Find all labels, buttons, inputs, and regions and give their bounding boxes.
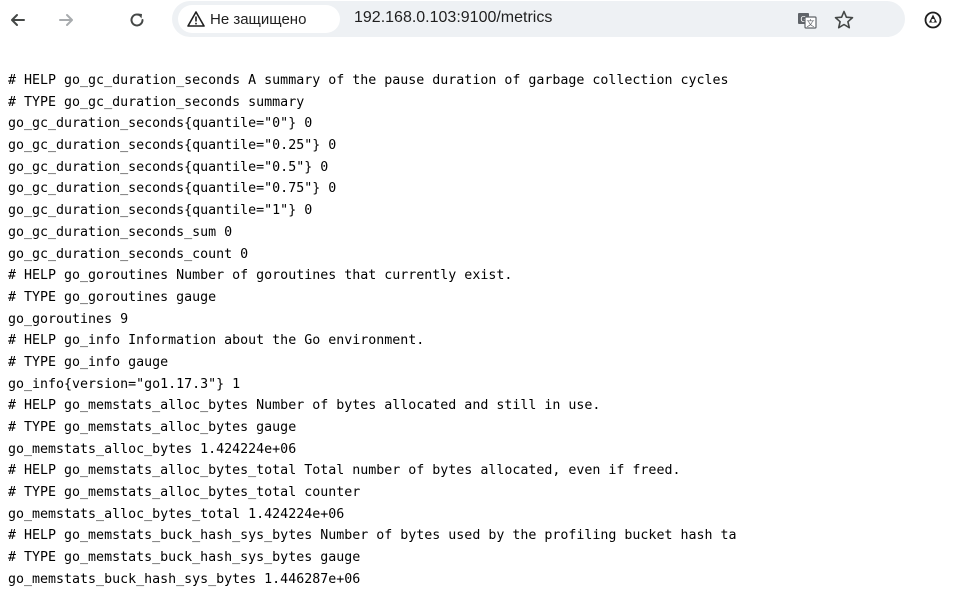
metric-line: go_memstats_alloc_bytes_total 1.424224e+…	[8, 506, 345, 522]
metric-line: # TYPE go_memstats_alloc_bytes gauge	[8, 420, 297, 435]
metrics-text-content: # HELP go_gc_duration_seconds A summary …	[8, 70, 955, 598]
reload-button[interactable]	[124, 7, 150, 33]
forward-arrow-icon	[59, 14, 73, 26]
metric-line: go_gc_duration_seconds_sum 0	[8, 224, 233, 240]
forward-button[interactable]	[53, 7, 79, 33]
warning-triangle-icon	[186, 9, 206, 29]
extension-icon	[924, 11, 942, 29]
metric-line: # HELP go_info Information about the Go …	[8, 333, 425, 349]
reload-icon	[130, 13, 144, 27]
metric-line: # HELP go_goroutines Number of goroutine…	[8, 268, 513, 284]
metric-line: # HELP go_memstats_alloc_bytes Number of…	[8, 398, 601, 414]
extension-button[interactable]	[920, 7, 946, 33]
metric-line: go_gc_duration_seconds_count 0	[8, 246, 249, 262]
metric-line: # HELP go_gc_duration_seconds A summary …	[8, 73, 729, 88]
translate-icon[interactable]: G 文	[795, 8, 819, 32]
back-arrow-icon	[11, 14, 25, 26]
metric-line: # TYPE go_memstats_buck_hash_sys_bytes g…	[8, 550, 361, 566]
metric-line: go_goroutines 9	[8, 311, 129, 327]
browser-toolbar: Не защищено 192.168.0.103:9100/metrics G…	[0, 0, 955, 40]
security-status-chip[interactable]: Не защищено	[178, 5, 340, 33]
metric-line: go_gc_duration_seconds{quantile="0.5"} 0	[8, 159, 329, 175]
address-bar[interactable]: Не защищено 192.168.0.103:9100/metrics G…	[172, 1, 905, 37]
metric-line: go_gc_duration_seconds{quantile="0.25"} …	[8, 138, 337, 154]
metric-line: # HELP go_memstats_alloc_bytes_total Tot…	[8, 463, 681, 479]
metric-line: go_memstats_alloc_bytes 1.424224e+06	[8, 441, 297, 457]
metric-line: go_gc_duration_seconds{quantile="0"} 0	[8, 116, 313, 132]
metric-line: go_gc_duration_seconds{quantile="1"} 0	[8, 203, 313, 219]
metric-line: # TYPE go_gc_duration_seconds summary	[8, 94, 305, 110]
metric-line: go_gc_duration_seconds{quantile="0.75"} …	[8, 181, 337, 197]
metric-line: # TYPE go_info gauge	[8, 354, 169, 370]
metric-line: # TYPE go_memstats_alloc_bytes_total cou…	[8, 485, 361, 501]
metric-line: go_memstats_buck_hash_sys_bytes 1.446287…	[8, 571, 361, 587]
security-label: Не защищено	[210, 10, 307, 28]
star-bookmark-icon[interactable]	[832, 8, 856, 32]
metric-line: # TYPE go_goroutines gauge	[8, 289, 217, 305]
metric-line: # HELP go_memstats_buck_hash_sys_bytes N…	[8, 528, 737, 544]
metric-line: go_info{version="go1.17.3"} 1	[8, 376, 241, 392]
url-text[interactable]: 192.168.0.103:9100/metrics	[354, 9, 552, 27]
svg-text:文: 文	[807, 18, 815, 28]
back-button[interactable]	[5, 7, 31, 33]
